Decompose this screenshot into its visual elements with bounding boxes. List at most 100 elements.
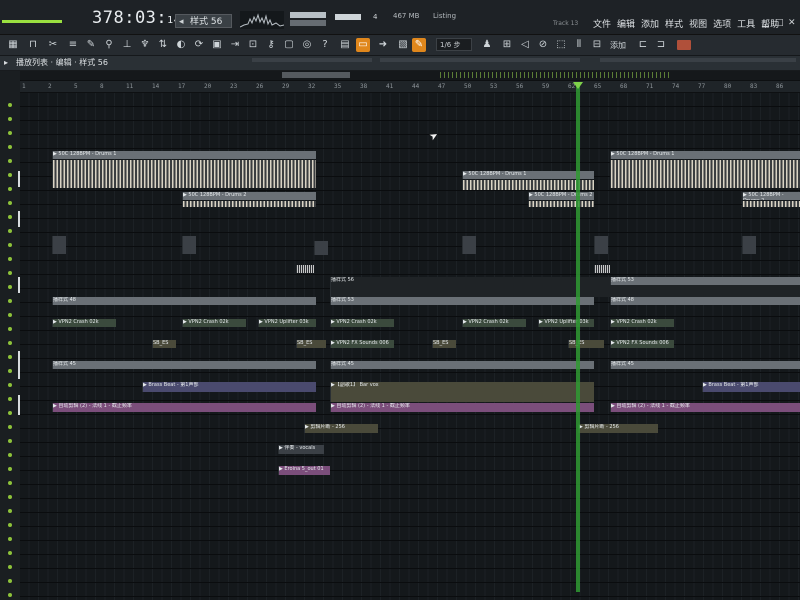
clip-crash[interactable]: ▶ VPN2 Crash 02k bbox=[330, 319, 394, 327]
clip-uplifter[interactable]: ▶ VPN2 Uplifter 03k bbox=[258, 319, 316, 327]
track-color-swatch[interactable] bbox=[677, 40, 691, 50]
tempo-icon[interactable]: ⊏ bbox=[636, 38, 650, 52]
timeline-ruler[interactable]: 1 2 5 8 11 14 17 20 23 26 29 32 35 38 41 44 47 50 53 56 59 62… bbox=[20, 81, 800, 93]
cut-icon[interactable]: ✂ bbox=[46, 38, 60, 52]
play-icon[interactable]: ▣ bbox=[210, 38, 224, 52]
track-mute-dot[interactable] bbox=[8, 579, 12, 583]
browser-icon[interactable]: ▧ bbox=[396, 38, 410, 52]
menu-patterns[interactable]: 样式 bbox=[664, 17, 684, 30]
clip-riser[interactable]: ▶ Eroina 5_out 01 bbox=[278, 466, 330, 475]
track-mute-dot[interactable] bbox=[8, 145, 12, 149]
track-mute-dot[interactable] bbox=[8, 397, 12, 401]
track-mute-dot[interactable] bbox=[8, 117, 12, 121]
clip-drums-f-notes[interactable] bbox=[742, 201, 800, 207]
clip-automation[interactable]: ▶ 自动剪辑 (2) - 法线 1 - 截止频率 bbox=[52, 403, 316, 412]
track-mute-dot[interactable] bbox=[8, 453, 12, 457]
clip-vocals[interactable]: ▶ 伴奏 - vocals bbox=[278, 445, 324, 454]
track-mute-dot[interactable] bbox=[8, 201, 12, 205]
menu-add[interactable]: 添加 bbox=[640, 17, 660, 30]
track-mute-dot[interactable] bbox=[8, 383, 12, 387]
clip-block[interactable] bbox=[182, 236, 196, 254]
clip-crash[interactable]: ▶ VPN2 Crash 02k bbox=[52, 319, 116, 327]
clip-filter-b[interactable]: ▶ 剪辑片断 - 256 bbox=[578, 424, 658, 433]
track-mute-dot[interactable] bbox=[8, 257, 12, 261]
pattern-selector[interactable]: 样式 56 bbox=[175, 14, 232, 29]
menu-edit[interactable]: 编辑 bbox=[616, 17, 636, 30]
arrow-icon[interactable]: ➜ bbox=[376, 38, 390, 52]
clip-fx[interactable]: ▶ VPN2 FX Sounds 006 bbox=[610, 340, 674, 348]
help-icon[interactable]: ? bbox=[318, 38, 332, 52]
menu-file[interactable]: 文件 bbox=[592, 17, 612, 30]
magnet-icon[interactable]: ⊓ bbox=[26, 38, 40, 52]
track-mute-dot[interactable] bbox=[8, 299, 12, 303]
maximize-icon[interactable]: □ bbox=[775, 18, 784, 28]
clip-drums-b-notes[interactable] bbox=[462, 180, 594, 190]
select-tool-icon[interactable]: ⬚ bbox=[554, 38, 568, 52]
clip-pattern-45-c[interactable]: 播样式 45 bbox=[610, 361, 800, 369]
track-mute-dot[interactable] bbox=[8, 411, 12, 415]
menu-options[interactable]: 选项 bbox=[712, 17, 732, 30]
zoom-icon[interactable]: ⟳ bbox=[192, 38, 206, 52]
track-mute-dot[interactable] bbox=[8, 495, 12, 499]
clip-pattern-45[interactable]: 播样式 45 bbox=[52, 361, 316, 369]
clip-snare[interactable]: SB_ES bbox=[568, 340, 604, 348]
track-mute-dot[interactable] bbox=[8, 243, 12, 247]
clip-drums-d-notes[interactable] bbox=[182, 201, 316, 207]
track-mute-dot[interactable] bbox=[8, 551, 12, 555]
track-mute-dot[interactable] bbox=[8, 313, 12, 317]
clip-crash[interactable]: ▶ VPN2 Crash 02k bbox=[182, 319, 246, 327]
clip-pattern-53[interactable]: 播样式 53 bbox=[330, 297, 594, 305]
zoom-in-icon[interactable]: ⊞ bbox=[500, 38, 514, 52]
clip-snare[interactable]: SB_ES bbox=[296, 340, 326, 348]
clip-vox[interactable]: ▶【副歌1】 Bar vox bbox=[330, 382, 594, 402]
clip-filter[interactable]: ▶ 剪辑片断 - 256 bbox=[304, 424, 378, 433]
draw-tool-icon[interactable]: ✎ bbox=[412, 38, 426, 52]
playlist-menu-icon[interactable]: ▸ bbox=[4, 58, 8, 67]
track-mute-dot[interactable] bbox=[8, 285, 12, 289]
piano-icon[interactable]: ▤ bbox=[338, 38, 352, 52]
clip-bass[interactable]: ▶ Brass Beat - 第1声部 bbox=[142, 382, 316, 392]
track-mute-dot[interactable] bbox=[8, 187, 12, 191]
clip-drums-a[interactable]: ▶ 50C 128BPM - Drums 1 bbox=[52, 151, 316, 159]
grid-icon[interactable]: ▦ bbox=[6, 38, 20, 52]
playhead-marker-icon[interactable] bbox=[573, 82, 583, 89]
menu-view[interactable]: 视图 bbox=[688, 17, 708, 30]
track-mute-dot[interactable] bbox=[8, 467, 12, 471]
metronome-icon[interactable]: ⚷ bbox=[264, 38, 278, 52]
track-mute-dot[interactable] bbox=[8, 229, 12, 233]
mute-icon[interactable]: ♆ bbox=[138, 38, 152, 52]
loop-icon[interactable]: ⊡ bbox=[246, 38, 260, 52]
master-volume[interactable] bbox=[290, 12, 326, 18]
clip-drums-e[interactable]: ▶ 50C 128BPM - Drums 2 bbox=[528, 192, 594, 200]
track-mute-dot[interactable] bbox=[8, 173, 12, 177]
playlist-grid[interactable]: ▶ 50C 128BPM - Drums 1 ▶ 50C 128BPM - Dr… bbox=[20, 93, 800, 600]
track-mute-dot[interactable] bbox=[8, 215, 12, 219]
mute-tool-icon[interactable]: ⊘ bbox=[536, 38, 550, 52]
clip-hit[interactable] bbox=[594, 265, 610, 273]
link-icon[interactable]: ≡ bbox=[66, 38, 80, 52]
track-mute-dot[interactable] bbox=[8, 523, 12, 527]
clip-drums-d[interactable]: ▶ 50C 128BPM - Drums 2 bbox=[182, 192, 316, 200]
step-icon[interactable]: ▢ bbox=[282, 38, 296, 52]
track-mute-dot[interactable] bbox=[8, 481, 12, 485]
tempo-bar[interactable] bbox=[2, 20, 62, 23]
clip-fx[interactable]: ▶ VPN2 FX Sounds 006 bbox=[330, 340, 394, 348]
slice-icon[interactable]: ⦀ bbox=[572, 38, 586, 52]
clip-hit[interactable] bbox=[296, 265, 314, 273]
track-mute-dot[interactable] bbox=[8, 131, 12, 135]
clip-pattern-53-b[interactable]: 播样式 53 bbox=[610, 277, 800, 285]
clip-drums-e-notes[interactable] bbox=[528, 201, 594, 207]
track-mute-dot[interactable] bbox=[8, 159, 12, 163]
select-icon[interactable]: ◐ bbox=[174, 38, 188, 52]
master-pitch[interactable] bbox=[335, 14, 361, 20]
clip-block[interactable] bbox=[314, 241, 328, 255]
track-mute-dot[interactable] bbox=[8, 355, 12, 359]
menu-tools[interactable]: 工具 bbox=[736, 17, 756, 30]
playhead[interactable] bbox=[576, 82, 580, 592]
pattern-tool-icon[interactable]: ⊟ bbox=[590, 38, 604, 52]
track-mute-dot[interactable] bbox=[8, 425, 12, 429]
clip-bass-b[interactable]: ▶ Brass Beat - 第1声部 bbox=[702, 382, 800, 392]
breadcrumb[interactable]: 播放列表 · 编辑 · 样式 56 bbox=[16, 57, 108, 68]
brush-icon[interactable]: ⚲ bbox=[102, 38, 116, 52]
minimize-icon[interactable]: ▁ bbox=[762, 18, 769, 28]
